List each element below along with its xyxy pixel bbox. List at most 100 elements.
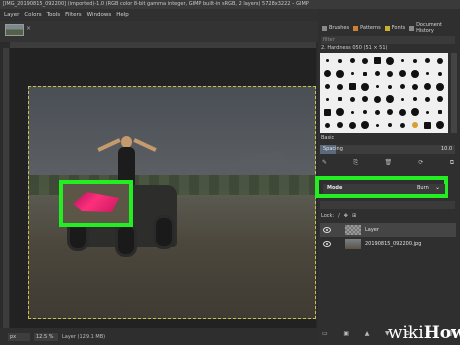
- brush-preview[interactable]: [322, 119, 334, 131]
- lock-position-icon[interactable]: ✥: [344, 213, 348, 219]
- brush-preview[interactable]: [435, 81, 447, 93]
- new-layer-icon[interactable]: ▣: [343, 330, 349, 338]
- edit-brush-icon[interactable]: ✎: [322, 159, 327, 167]
- brush-preview[interactable]: [335, 93, 347, 105]
- brush-preview[interactable]: [410, 106, 422, 118]
- brush-preview[interactable]: [422, 68, 434, 80]
- brush-preview[interactable]: [410, 119, 422, 131]
- brush-preview[interactable]: [347, 119, 359, 131]
- brush-preview[interactable]: [397, 81, 409, 93]
- brush-grid-scrollbar[interactable]: [451, 53, 457, 133]
- tab-fonts[interactable]: Fonts: [384, 23, 405, 33]
- brush-preview[interactable]: [322, 55, 334, 67]
- menu-windows[interactable]: Windows: [87, 12, 112, 18]
- brush-preview[interactable]: [422, 93, 434, 105]
- open-brush-as-image-icon[interactable]: ⧉: [450, 159, 454, 167]
- brush-preview[interactable]: [435, 93, 447, 105]
- brush-preview[interactable]: [385, 68, 397, 80]
- canvas-area[interactable]: [10, 48, 316, 328]
- brush-preview[interactable]: [335, 55, 347, 67]
- brush-preview[interactable]: [385, 81, 397, 93]
- brush-preview[interactable]: [397, 68, 409, 80]
- delete-brush-icon[interactable]: 🗑: [384, 159, 392, 167]
- brush-preview[interactable]: [372, 68, 384, 80]
- brush-preview[interactable]: [335, 68, 347, 80]
- brush-shape-icon: [425, 58, 431, 64]
- brush-preview[interactable]: [422, 55, 434, 67]
- brush-preview[interactable]: [397, 93, 409, 105]
- brush-preview[interactable]: [347, 93, 359, 105]
- menu-tools[interactable]: Tools: [47, 12, 61, 18]
- tab-patterns[interactable]: Patterns: [353, 23, 381, 33]
- brush-preview[interactable]: [322, 81, 334, 93]
- brush-preview[interactable]: [360, 68, 372, 80]
- brush-preview[interactable]: [372, 55, 384, 67]
- brush-preview[interactable]: [335, 119, 347, 131]
- brush-preview[interactable]: [410, 81, 422, 93]
- brush-preview[interactable]: [422, 81, 434, 93]
- eye-icon[interactable]: [323, 227, 331, 233]
- opacity-slider[interactable]: [320, 201, 455, 209]
- menu-help[interactable]: Help: [116, 12, 129, 18]
- brush-preview[interactable]: [397, 119, 409, 131]
- brush-preview[interactable]: [360, 119, 372, 131]
- brush-preview[interactable]: [385, 93, 397, 105]
- brush-preview[interactable]: [435, 55, 447, 67]
- brush-preview[interactable]: [410, 68, 422, 80]
- brush-preview[interactable]: [347, 81, 359, 93]
- mode-dropdown[interactable]: Mode Burn ⌄: [323, 184, 445, 194]
- lock-pixels-icon[interactable]: /: [338, 213, 340, 219]
- unit-select[interactable]: px: [8, 333, 30, 341]
- refresh-brushes-icon[interactable]: ⟳: [418, 159, 423, 167]
- brush-grid[interactable]: [320, 53, 448, 133]
- brush-preview[interactable]: [422, 106, 434, 118]
- image-tab-thumbnail[interactable]: [5, 24, 24, 36]
- lock-alpha-icon[interactable]: ⊞: [352, 213, 356, 219]
- zoom-select[interactable]: 12.5 %: [34, 333, 58, 341]
- raise-layer-icon[interactable]: ▲: [365, 330, 370, 338]
- brush-preview[interactable]: [347, 55, 359, 67]
- brush-preview[interactable]: [335, 81, 347, 93]
- brush-preview[interactable]: [397, 106, 409, 118]
- brush-preview[interactable]: [435, 119, 447, 131]
- brush-filter-input[interactable]: filter: [321, 36, 455, 44]
- brush-shape-icon: [412, 83, 419, 90]
- layer-row[interactable]: 20190815_092200.jpg: [320, 237, 456, 251]
- chevron-down-icon[interactable]: ⌄: [435, 184, 440, 191]
- brush-preview[interactable]: [372, 93, 384, 105]
- close-icon[interactable]: ×: [26, 25, 31, 32]
- duplicate-brush-icon[interactable]: ⎘: [353, 159, 358, 167]
- brush-preview[interactable]: [410, 55, 422, 67]
- brush-preview[interactable]: [410, 93, 422, 105]
- brush-preview[interactable]: [372, 106, 384, 118]
- tab-document-history[interactable]: Document History: [409, 22, 460, 34]
- brush-preview[interactable]: [385, 119, 397, 131]
- new-layer-group-icon[interactable]: ▭: [322, 330, 328, 338]
- brush-preview[interactable]: [372, 81, 384, 93]
- brush-preview[interactable]: [360, 106, 372, 118]
- brush-preview[interactable]: [435, 106, 447, 118]
- menu-layer[interactable]: Layer: [4, 12, 19, 18]
- brush-preview[interactable]: [372, 119, 384, 131]
- brush-preview[interactable]: [322, 106, 334, 118]
- layer-row[interactable]: Layer: [320, 223, 456, 237]
- brush-preview[interactable]: [322, 68, 334, 80]
- brush-preview[interactable]: [322, 93, 334, 105]
- brush-preview[interactable]: [385, 55, 397, 67]
- brush-preview[interactable]: [385, 106, 397, 118]
- menu-filters[interactable]: Filters: [65, 12, 82, 18]
- menu-colors[interactable]: Colors: [24, 12, 41, 18]
- brush-preview[interactable]: [360, 93, 372, 105]
- brush-preview[interactable]: [347, 106, 359, 118]
- vertical-ruler[interactable]: [3, 48, 9, 328]
- eye-icon[interactable]: [323, 241, 331, 247]
- brush-preview[interactable]: [335, 106, 347, 118]
- brush-tag-basic[interactable]: Basic: [321, 135, 334, 141]
- brush-preview[interactable]: [360, 55, 372, 67]
- brush-preview[interactable]: [422, 119, 434, 131]
- brush-preview[interactable]: [397, 55, 409, 67]
- tab-brushes[interactable]: Brushes: [322, 23, 349, 33]
- brush-preview[interactable]: [435, 68, 447, 80]
- brush-preview[interactable]: [360, 81, 372, 93]
- brush-preview[interactable]: [347, 68, 359, 80]
